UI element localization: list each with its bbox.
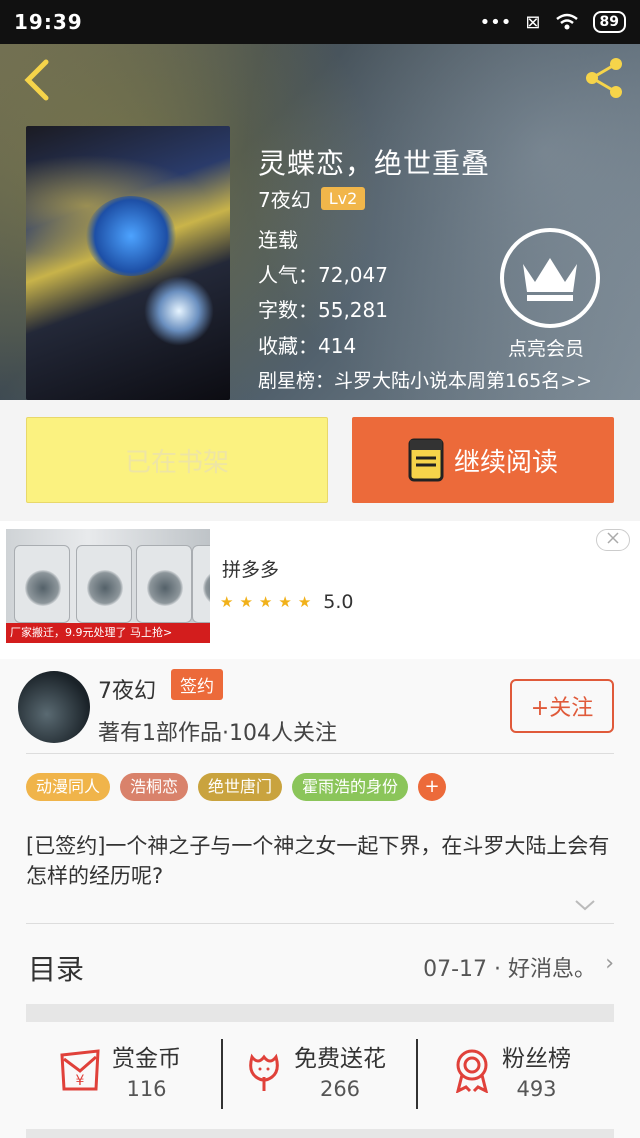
tag-item[interactable]: 动漫同人 (26, 773, 111, 801)
ad-banner[interactable]: 厂家搬迁，9.9元处理了 马上抢> 拼多多 ★ ★ ★ ★ ★ 5.0 (0, 521, 640, 659)
tag-item[interactable]: 浩桐恋 (120, 773, 189, 801)
tag-item[interactable]: 绝世唐门 (198, 773, 283, 801)
divider (26, 923, 614, 924)
sim-icon: ⊠ (525, 11, 541, 33)
chevron-right-icon[interactable]: › (605, 951, 614, 976)
more-dots-icon: ••• (479, 11, 512, 33)
star-icon: ★ (278, 593, 292, 611)
ad-app-name: 拼多多 (222, 559, 280, 581)
stat-value: 116 (126, 1077, 167, 1101)
add-tag-button[interactable]: + (418, 773, 447, 801)
share-icon (586, 58, 622, 98)
status-time: 19:39 (14, 10, 83, 34)
stat-label: 粉丝榜 (502, 1046, 571, 1072)
battery-icon: 89 (592, 11, 626, 33)
status-bar: 19:39 ••• ⊠ 89 (0, 0, 640, 44)
stat-value: 493 (516, 1077, 557, 1101)
section-separator (26, 1004, 614, 1022)
star-icon: ★ (220, 593, 234, 611)
divider (221, 1039, 223, 1109)
chevron-left-icon (24, 59, 49, 101)
red-envelope-icon: ¥ (60, 1049, 100, 1091)
wifi-icon (555, 13, 578, 30)
book-word-count: 字数：55,281 (258, 298, 388, 322)
book-title: 灵蝶恋，绝世重叠 (258, 147, 491, 180)
level-badge: Lv2 (320, 187, 366, 210)
toc-latest-chapter[interactable]: 07-17 · 好消息。 (423, 951, 596, 983)
tag-list: 动漫同人 浩桐恋 绝世唐门 霍雨浩的身份 + (26, 773, 447, 801)
ad-promo-strip: 厂家搬迁，9.9元处理了 马上抢> (6, 623, 210, 643)
divider (416, 1039, 418, 1109)
book-header: 灵蝶恋，绝世重叠 7夜幻 Lv2 连载 人气：72,047 字数：55,281 … (0, 44, 640, 400)
author-stats: 著有1部作品·104人关注 (98, 721, 337, 746)
crown-icon (523, 258, 577, 301)
avatar[interactable] (18, 671, 90, 743)
ad-image[interactable]: 厂家搬迁，9.9元处理了 马上抢> (6, 529, 210, 643)
close-icon (607, 532, 619, 544)
ribbon-medal-icon (455, 1049, 489, 1093)
tag-item[interactable]: 霍雨浩的身份 (292, 773, 409, 801)
flower-icon (249, 1053, 279, 1091)
book-description: [已签约]一个神之子与一个神之女一起下界，在斗罗大陆上会有怎样的经历呢? (26, 834, 610, 888)
svg-text:¥: ¥ (76, 1073, 85, 1089)
book-icon (408, 438, 444, 482)
star-icon: ★ (239, 593, 253, 611)
vip-label: 点亮会员 (508, 338, 585, 360)
star-icon: ★ (258, 593, 273, 611)
author-name[interactable]: 7夜幻 (98, 673, 156, 705)
signed-badge: 签约 (171, 669, 223, 700)
fan-ranking-button[interactable]: 粉丝榜 493 (452, 1039, 571, 1101)
ad-score: 5.0 (323, 591, 354, 613)
star-icon: ★ (297, 593, 312, 611)
ad-close-button[interactable] (596, 529, 630, 551)
stat-label: 免费送花 (294, 1046, 386, 1072)
book-popularity: 人气：72,047 (258, 263, 388, 287)
status-icons: ••• ⊠ 89 (480, 11, 626, 33)
book-author[interactable]: 7夜幻 (258, 184, 311, 213)
book-author-row: 7夜幻 Lv2 (258, 184, 366, 213)
back-button[interactable] (18, 58, 58, 101)
continue-reading-button[interactable]: 继续阅读 (352, 417, 614, 503)
book-state: 连载 (258, 228, 298, 252)
book-favorites: 收藏：414 (258, 334, 357, 358)
follow-button[interactable]: +关注 (510, 679, 614, 733)
in-shelf-button[interactable]: 已在书架 (26, 417, 328, 503)
ad-rating: ★ ★ ★ ★ ★ 5.0 (220, 591, 353, 613)
divider (26, 753, 614, 754)
continue-reading-label: 继续阅读 (453, 447, 558, 478)
stat-label: 赏金币 (112, 1046, 181, 1072)
book-cover-image[interactable] (26, 126, 230, 400)
vip-button[interactable] (500, 228, 600, 328)
author-section: 7夜幻 签约 著有1部作品·104人关注 +关注 动漫同人 浩桐恋 绝世唐门 霍… (0, 659, 640, 1138)
section-separator (26, 1129, 614, 1138)
expand-chevron-icon[interactable] (574, 899, 596, 911)
reward-coins-button[interactable]: ¥ 赏金币 116 (58, 1039, 181, 1101)
stat-value: 266 (319, 1077, 361, 1101)
toc-label[interactable]: 目录 (28, 948, 84, 988)
share-button[interactable] (582, 56, 626, 100)
send-flower-button[interactable]: 免费送花 266 (244, 1039, 386, 1101)
rank-link[interactable]: 剧星榜：斗罗大陆小说本周第165名>> (258, 366, 592, 393)
